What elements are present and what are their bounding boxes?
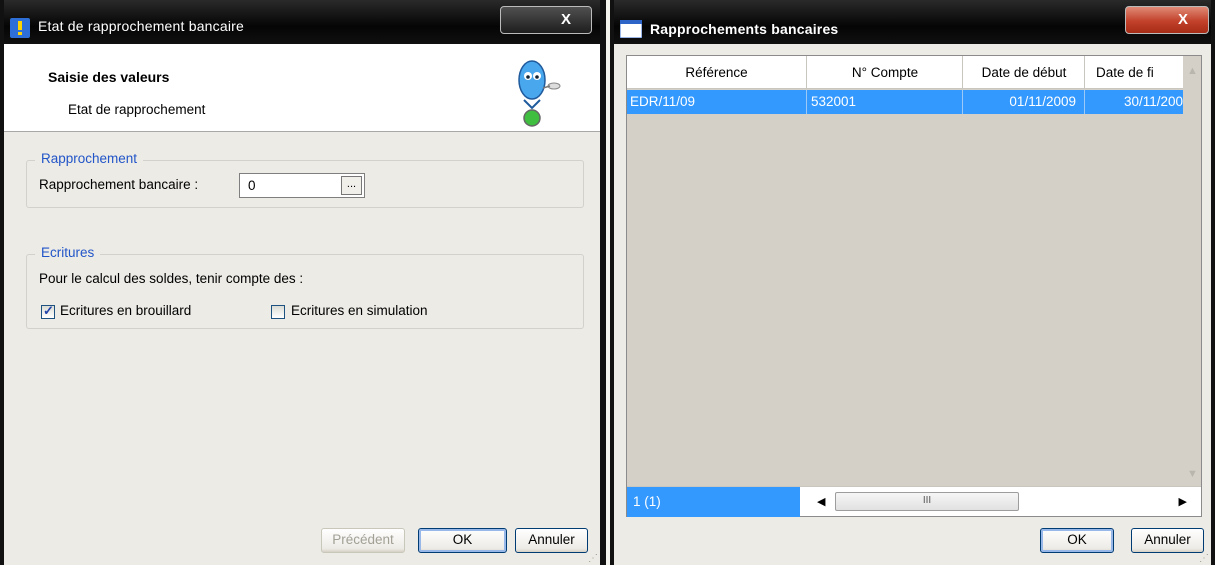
brouillard-label[interactable]: Ecritures en brouillard [60,303,191,318]
title-bar[interactable]: Rapprochements bancaires X [614,0,1211,44]
lookup-button[interactable]: ... [341,176,362,195]
rapprochement-bancaire-input[interactable] [240,174,340,196]
ecritures-group: Ecritures Pour le calcul des soldes, ten… [26,245,584,329]
scroll-thumb[interactable]: III [835,492,1019,511]
window-icon [620,20,642,38]
step-title: Saisie des valeurs [48,69,170,85]
rapprochements-window: Rapprochements bancaires X Référence N° … [610,0,1215,565]
title-bar[interactable]: Etat de rapprochement bancaire X [4,0,600,44]
scroll-up-icon[interactable]: ▲ [1187,65,1198,77]
ok-button[interactable]: OK [1040,528,1114,553]
step-subtitle: Etat de rapprochement [68,102,206,117]
table-row[interactable]: EDR/11/09 532001 01/11/2009 30/11/200 [627,90,1183,114]
window-title: Etat de rapprochement bancaire [38,18,245,34]
window-title: Rapprochements bancaires [650,21,839,37]
ecritures-description: Pour le calcul des soldes, tenir compte … [39,271,304,286]
close-icon: X [1177,11,1188,28]
app-icon [10,18,30,38]
rapprochement-group: Rapprochement Rapprochement bancaire : .… [26,151,584,208]
column-header-date-debut[interactable]: Date de début [964,56,1085,89]
etat-rapprochement-window: Etat de rapprochement bancaire X Saisie … [0,0,606,565]
previous-button[interactable]: Précédent [321,528,405,553]
close-button[interactable]: X [500,6,592,34]
ecritures-legend: Ecritures [35,245,101,260]
rapprochement-bancaire-field[interactable]: ... [239,173,365,198]
brouillard-checkbox[interactable] [41,303,55,319]
ok-button[interactable]: OK [418,528,507,553]
cell-date-fin[interactable]: 30/11/200 [1086,90,1185,114]
cancel-button[interactable]: Annuler [515,528,588,553]
vertical-scrollbar[interactable]: ▲ ▼ [1183,56,1201,486]
rapprochements-grid[interactable]: Référence N° Compte Date de début Date d… [626,55,1202,517]
scroll-left-icon[interactable]: ◀ [817,495,825,508]
horizontal-scrollbar[interactable]: ◀ III ▶ [803,487,1201,517]
simulation-label[interactable]: Ecritures en simulation [291,303,428,318]
column-header-reference[interactable]: Référence [627,56,807,89]
close-button[interactable]: X [1125,6,1209,34]
rapprochement-legend: Rapprochement [35,151,144,166]
cell-reference[interactable]: EDR/11/09 [627,90,807,114]
wizard-header: Saisie des valeurs Etat de rapprochement [4,44,600,132]
simulation-checkbox[interactable] [271,305,285,319]
scroll-right-icon[interactable]: ▶ [1179,495,1187,508]
grid-footer: 1 (1) ◀ III ▶ [627,486,1201,517]
grid-header: Référence N° Compte Date de début Date d… [627,56,1186,89]
column-header-date-fin[interactable]: Date de fi [1086,56,1186,89]
rapprochement-bancaire-label: Rapprochement bancaire : [39,177,199,192]
resize-grip-icon[interactable]: ⋰ [1199,553,1209,564]
assistant-mascot-icon [518,60,561,127]
record-counter: 1 (1) [627,487,800,517]
close-icon: X [560,11,571,28]
column-header-compte[interactable]: N° Compte [808,56,963,89]
cell-date-debut[interactable]: 01/11/2009 [964,90,1085,114]
scroll-down-icon[interactable]: ▼ [1187,468,1198,480]
cancel-button[interactable]: Annuler [1131,528,1204,553]
cell-compte[interactable]: 532001 [808,90,963,114]
resize-grip-icon[interactable]: ⋰ [588,553,598,564]
